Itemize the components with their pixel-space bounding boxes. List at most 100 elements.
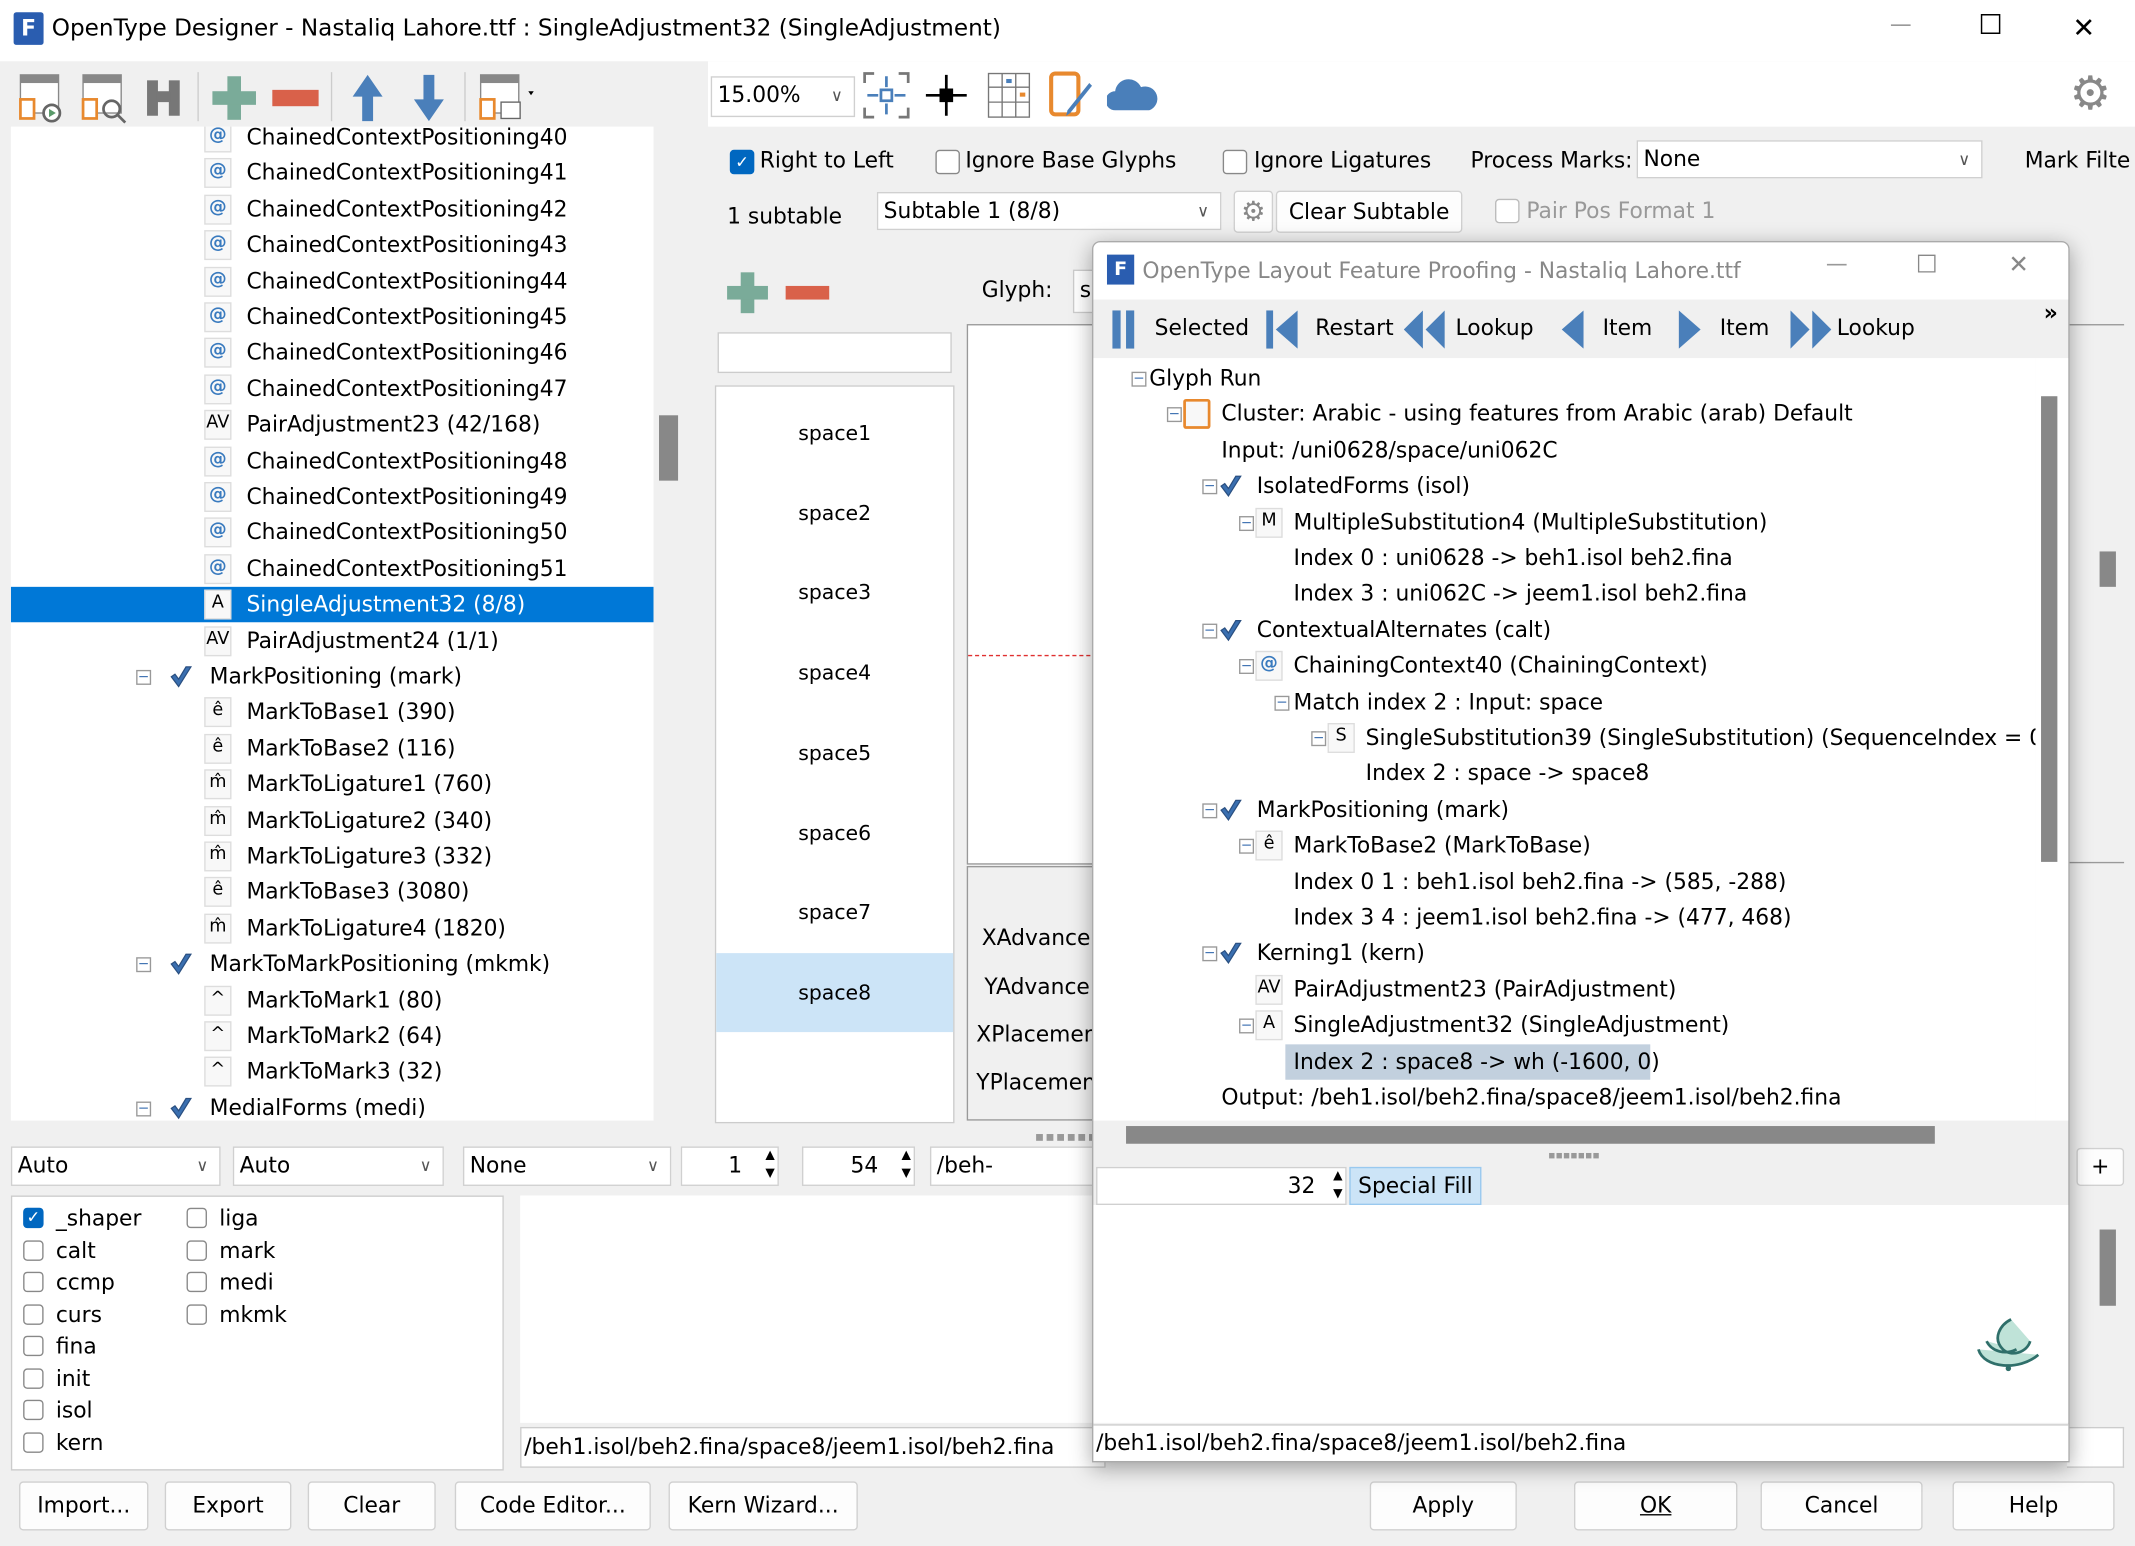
add-tab-button[interactable]: + (2076, 1147, 2125, 1186)
proofing-tree-item[interactable]: Match index 2 : Input: space (1294, 684, 1604, 719)
remove-icon[interactable] (270, 72, 322, 124)
glyph-list-item[interactable]: space8 (716, 952, 954, 1032)
proofing-tree-item[interactable]: SingleAdjustment32 (SingleAdjustment) (1294, 1008, 1730, 1043)
clear-button[interactable]: Clear (307, 1481, 436, 1531)
collapse-toggle-icon[interactable]: − (1239, 1018, 1255, 1034)
start-spinner[interactable]: 1 ▲ ▼ (680, 1146, 779, 1186)
lookup-tree-item[interactable]: MarkToBase1 (390) (246, 695, 455, 730)
lookup-tree-item[interactable]: MarkToBase2 (116) (246, 731, 455, 766)
export-menu-icon[interactable] (477, 72, 542, 124)
preview-scrollbar-thumb[interactable] (2099, 1229, 2116, 1306)
splitter-handle[interactable]: ▪▪▪▪▪▪▪ (1548, 1149, 1600, 1161)
proofing-tree-item[interactable]: Index 2 : space -> space8 (1366, 756, 1650, 791)
apply-button[interactable]: Apply (1369, 1481, 1517, 1531)
spinner-arrows-icon[interactable]: ▲ ▼ (1333, 1168, 1342, 1203)
glyph-canvas[interactable] (966, 324, 1106, 865)
import-button[interactable]: Import... (19, 1481, 149, 1531)
proofing-tree-item[interactable]: Index 0 1 : beh1.isol beh2.fina -> (585,… (1294, 864, 1787, 899)
proofing-tree-item[interactable]: IsolatedForms (isol) (1257, 469, 1470, 504)
feature-checkbox-init[interactable] (23, 1367, 44, 1389)
cancel-button[interactable]: Cancel (1760, 1481, 1923, 1531)
lookup-tree-item[interactable]: ChainedContextPositioning49 (246, 479, 567, 514)
proofing-output-field[interactable]: /beh1.isol/beh2.fina/space8/jeem1.isol/b… (1093, 1424, 2069, 1461)
preview-run-icon[interactable] (16, 72, 68, 124)
lookup-tree-item[interactable]: MarkToLigature4 (1820) (246, 911, 505, 946)
direction-combo[interactable]: None ∨ (462, 1146, 672, 1186)
proofing-tree-item[interactable]: ChainingContext40 (ChainingContext) (1294, 648, 1708, 683)
font-size-spinner[interactable]: 32 ▲ ▼ (1096, 1166, 1347, 1206)
language-combo[interactable]: Auto ∨ (232, 1146, 444, 1186)
collapse-toggle-icon[interactable]: − (136, 957, 152, 973)
fit-icon[interactable] (861, 69, 913, 121)
collapse-toggle-icon[interactable]: − (136, 1101, 152, 1117)
collapse-toggle-icon[interactable]: − (1131, 371, 1147, 387)
proofing-tree-item[interactable]: ContextualAlternates (calt) (1257, 612, 1551, 647)
lookup-tree-item[interactable]: PairAdjustment24 (1/1) (246, 623, 498, 658)
feature-checkbox-medi[interactable] (186, 1271, 207, 1293)
glyph-list-item[interactable]: space2 (716, 473, 953, 552)
preview-search-icon[interactable] (79, 72, 131, 124)
feature-list[interactable]: ✓ _shaper calt ccmp curs fina init isol kern liga… (10, 1195, 504, 1471)
proofing-tree-item[interactable]: Kerning1 (kern) (1257, 936, 1425, 971)
lookup-tree-item[interactable]: PairAdjustment23 (42/168) (246, 407, 540, 442)
lookup-tree-item[interactable]: ChainedContextPositioning41 (246, 156, 567, 191)
proofing-minimize-button[interactable]: — (1826, 251, 1848, 277)
ok-button[interactable]: OK (1574, 1481, 1738, 1531)
spinner-arrows-icon[interactable]: ▲ ▼ (765, 1148, 774, 1183)
feature-checkbox-shaper[interactable]: ✓ (23, 1207, 44, 1229)
kern-wizard-button[interactable]: Kern Wizard... (668, 1481, 858, 1531)
feature-checkbox-mark[interactable] (186, 1239, 207, 1261)
subtable-combo[interactable]: Subtable 1 (8/8) ∨ (876, 191, 1222, 231)
count-spinner[interactable]: 54 ▲ ▼ (801, 1146, 915, 1186)
collapse-toggle-icon[interactable]: − (1311, 731, 1327, 747)
glyph-list[interactable]: space1 space2 space3 space4 space5 space6 spac… (714, 385, 955, 1124)
minimize-button[interactable]: — (1890, 11, 1912, 37)
export-button[interactable]: Export (164, 1481, 292, 1531)
lookup-tree-item[interactable]: ChainedContextPositioning44 (246, 264, 567, 299)
add-icon[interactable] (208, 72, 260, 124)
collapse-toggle-icon[interactable]: − (1202, 803, 1218, 819)
lookup-tree[interactable]: @ ChainedContextPositioning40 @ ChainedCont… (10, 126, 654, 1121)
collapse-toggle-icon[interactable]: − (1239, 659, 1255, 675)
lookup-tree-item[interactable]: MarkPositioning (mark) (210, 659, 462, 694)
lookup-tree-item[interactable]: ChainedContextPositioning40 (246, 127, 567, 156)
lookup-tree-item[interactable]: ChainedContextPositioning47 (246, 371, 567, 406)
feature-checkbox-isol[interactable] (23, 1399, 44, 1421)
proofing-tree-item[interactable]: Index 0 : uni0628 -> beh1.isol beh2.fina (1294, 541, 1733, 576)
lookup-tree-item[interactable]: MarkToLigature1 (760) (246, 767, 492, 802)
feature-checkbox-curs[interactable] (23, 1303, 44, 1325)
previous-item-button[interactable]: Item (1603, 315, 1653, 341)
restart-button[interactable]: Restart (1315, 315, 1393, 341)
lookup-tree-item[interactable]: MarkToLigature3 (332) (246, 839, 492, 874)
lookup-tree-item[interactable]: ChainedContextPositioning51 (246, 551, 567, 586)
proofing-tree-item[interactable]: Cluster: Arabic - using features from Ar… (1221, 397, 1852, 432)
canvas-scrollbar-thumb[interactable] (2099, 551, 2116, 587)
code-editor-button[interactable]: Code Editor... (454, 1481, 651, 1531)
ignore-ligatures-checkbox[interactable] (1222, 149, 1248, 175)
previous-item-icon[interactable] (1559, 309, 1586, 350)
pause-icon[interactable] (1110, 309, 1140, 350)
move-up-icon[interactable] (342, 72, 394, 124)
proofing-tree[interactable]: − Glyph Run − Cluster: Arabic - using featu… (1093, 358, 2036, 1121)
proofing-vscroll[interactable] (2035, 358, 2069, 1121)
settings-icon[interactable]: ⚙ (2070, 67, 2112, 121)
move-down-icon[interactable] (403, 72, 455, 124)
proofing-tree-item[interactable]: Output: /beh1.isol/beh2.fina/space8/jeem… (1221, 1080, 1841, 1115)
proofing-close-button[interactable]: ✕ (2008, 251, 2029, 280)
lookup-tree-item[interactable]: MedialForms (medi) (210, 1090, 426, 1120)
proofing-tree-item[interactable]: Input: /uni0628/space/uni062C (1221, 433, 1557, 468)
next-lookup-button[interactable]: Lookup (1837, 315, 1915, 341)
proofing-tree-item[interactable]: Index 2 : space8 -> wh (-1600, 0) (1294, 1044, 1660, 1079)
proofing-maximize-button[interactable]: ☐ (1916, 251, 1938, 280)
binoculars-icon[interactable] (139, 72, 191, 124)
collapse-toggle-icon[interactable]: − (1202, 946, 1218, 962)
add-glyph-icon[interactable] (724, 270, 770, 316)
feature-checkbox-fina[interactable] (23, 1335, 44, 1357)
lookup-tree-item[interactable]: ChainedContextPositioning46 (246, 335, 567, 370)
lookup-tree-item[interactable]: ChainedContextPositioning42 (246, 192, 567, 227)
pair-pos-format-checkbox[interactable] (1495, 198, 1520, 224)
maximize-button[interactable]: ☐ (1978, 8, 2002, 41)
proofing-tree-item[interactable]: Glyph Run (1149, 361, 1261, 396)
vscroll-thumb[interactable] (2041, 396, 2058, 862)
grid-icon[interactable] (983, 69, 1035, 121)
